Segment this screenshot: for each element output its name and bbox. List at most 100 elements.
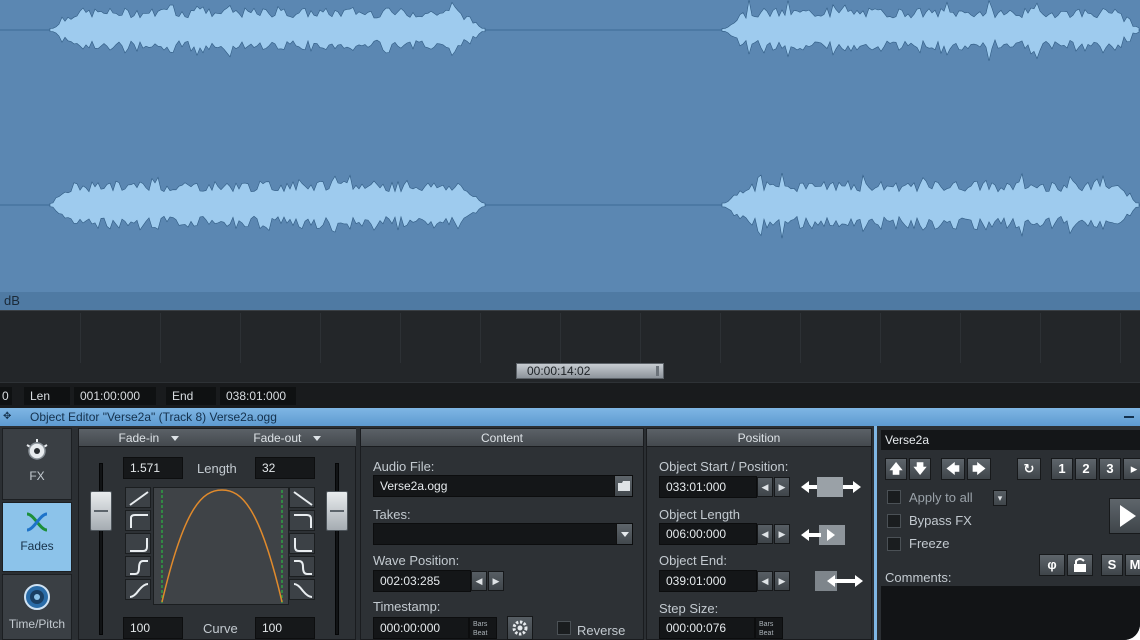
phase-button[interactable]: φ xyxy=(1039,554,1065,576)
resize-length-icon[interactable] xyxy=(799,523,849,545)
fade-out-length-field[interactable]: 32 xyxy=(255,457,315,479)
timestamp-settings-button[interactable] xyxy=(507,616,533,640)
fade-out-dropdown[interactable]: Fade-out xyxy=(218,429,356,447)
minimize-icon[interactable] xyxy=(1124,416,1134,418)
fade-curve-display[interactable] xyxy=(153,487,289,605)
freeze-label: Freeze xyxy=(909,536,950,551)
fade-slow-icon xyxy=(130,538,148,552)
len-value[interactable]: 001:00:000 xyxy=(74,387,156,405)
fade-linear-icon xyxy=(129,491,149,506)
drag-grip-icon[interactable]: ✥ xyxy=(3,412,13,422)
reset-button[interactable]: ↻ xyxy=(1017,458,1041,480)
take-1-button[interactable]: 1 xyxy=(1051,458,1073,480)
fade-in-shape-linear-button[interactable] xyxy=(125,487,151,508)
tab-fades[interactable]: Fades xyxy=(2,502,72,572)
db-label: dB xyxy=(4,293,20,308)
wave-position-label: Wave Position: xyxy=(373,553,460,568)
move-down-button[interactable]: 🡇 xyxy=(909,458,931,480)
fade-sine-icon xyxy=(293,583,313,598)
object-end-decrement[interactable]: ◀ xyxy=(757,571,773,591)
fade-slow-icon xyxy=(294,538,312,552)
lock-button[interactable] xyxy=(1067,554,1093,576)
solo-button[interactable]: S xyxy=(1101,554,1123,576)
reverse-checkbox[interactable] xyxy=(557,621,571,635)
take-2-button[interactable]: 2 xyxy=(1075,458,1097,480)
wave-position-increment[interactable]: ▶ xyxy=(488,571,504,591)
wave-position-decrement[interactable]: ◀ xyxy=(471,571,487,591)
object-start-field[interactable]: 033:01:000 xyxy=(659,476,757,498)
fade-fast-icon xyxy=(130,514,148,528)
object-name-field[interactable]: Verse2a xyxy=(881,430,1140,450)
position-header: Position xyxy=(647,429,871,447)
waveform-display[interactable] xyxy=(0,0,1140,292)
fade-in-shape-sine-button[interactable] xyxy=(125,579,151,600)
fade-in-curve-field[interactable]: 100 xyxy=(123,617,183,639)
fade-in-dropdown[interactable]: Fade-in xyxy=(79,429,218,447)
takes-dropdown-button[interactable] xyxy=(616,524,632,544)
takes-dropdown[interactable] xyxy=(373,523,633,545)
freeze-checkbox[interactable] xyxy=(887,537,901,551)
move-left-button[interactable]: 🡄 xyxy=(941,458,965,480)
chevron-down-icon xyxy=(621,532,629,537)
length-label: Length xyxy=(197,461,237,476)
step-size-field[interactable]: 000:00:076 xyxy=(659,617,755,639)
object-start-label: Object Start / Position: xyxy=(659,459,789,474)
tab-fx[interactable]: FX xyxy=(2,428,72,500)
fade-in-shape-scurve-button[interactable] xyxy=(125,556,151,577)
object-length-decrement[interactable]: ◀ xyxy=(757,524,773,544)
mute-button[interactable]: M xyxy=(1125,554,1140,576)
end-label: End xyxy=(166,387,216,405)
fade-out-curve-field[interactable]: 100 xyxy=(255,617,315,639)
fade-s-curve-icon xyxy=(130,560,148,575)
bypass-fx-checkbox[interactable] xyxy=(887,514,901,528)
tab-time-pitch-label: Time/Pitch xyxy=(8,617,66,631)
object-end-field[interactable]: 039:01:000 xyxy=(659,570,757,592)
tab-fades-label: Fades xyxy=(20,539,54,553)
object-length-increment[interactable]: ▶ xyxy=(774,524,790,544)
folder-browse-button[interactable] xyxy=(614,476,632,496)
move-right-button[interactable]: 🡆 xyxy=(967,458,991,480)
move-object-icon[interactable] xyxy=(799,475,863,497)
apply-to-all-dropdown[interactable]: ▾ xyxy=(993,490,1007,506)
play-button[interactable] xyxy=(1109,498,1140,534)
apply-to-all-checkbox[interactable] xyxy=(887,490,901,504)
position-panel: Position Object Start / Position: 033:01… xyxy=(646,428,872,640)
audio-file-field[interactable]: Verse2a.ogg xyxy=(373,475,633,497)
fade-out-shape-slow-button[interactable] xyxy=(289,533,315,554)
tab-time-pitch[interactable]: Time/Pitch xyxy=(2,574,72,640)
len-label: Len xyxy=(24,387,70,405)
timeline-scroll-thumb[interactable]: 00:00:14:02 xyxy=(516,363,664,379)
object-length-field[interactable]: 006:00:000 xyxy=(659,523,757,545)
fade-out-shape-fast-button[interactable] xyxy=(289,510,315,531)
timestamp-unit-selector[interactable]: Bars Beat xyxy=(469,617,497,639)
object-start-decrement[interactable]: ◀ xyxy=(757,477,773,497)
object-start-increment[interactable]: ▶ xyxy=(774,477,790,497)
fade-in-slider-knob[interactable] xyxy=(90,491,112,531)
tab-fx-label: FX xyxy=(29,469,45,483)
more-button[interactable]: ▸ xyxy=(1123,458,1140,480)
step-size-unit-selector[interactable]: Bars Beat xyxy=(755,617,783,639)
fade-out-shape-sine-button[interactable] xyxy=(289,579,315,600)
wave-position-field[interactable]: 002:03:285 xyxy=(373,570,471,592)
fade-out-slider-track[interactable] xyxy=(335,463,339,635)
timeline-position-readout: 00:00:14:02 xyxy=(527,364,591,378)
fade-in-shape-slow-button[interactable] xyxy=(125,533,151,554)
fade-in-slider-track[interactable] xyxy=(99,463,103,635)
fade-linear-icon xyxy=(293,491,313,506)
object-editor-titlebar[interactable]: ✥ Object Editor "Verse2a" (Track 8) Vers… xyxy=(0,408,1140,426)
move-end-icon[interactable] xyxy=(813,569,865,591)
fades-cross-icon xyxy=(26,512,48,532)
fade-out-shape-scurve-button[interactable] xyxy=(289,556,315,577)
fade-in-length-field[interactable]: 1.571 xyxy=(123,457,183,479)
fade-out-shape-linear-button[interactable] xyxy=(289,487,315,508)
move-up-button[interactable]: 🡅 xyxy=(885,458,907,480)
fade-out-slider-knob[interactable] xyxy=(326,491,348,531)
timeline-ruler[interactable]: 00:00:14:02 xyxy=(0,310,1140,382)
chevron-down-icon xyxy=(170,436,179,442)
comments-textarea[interactable] xyxy=(881,586,1140,640)
fade-in-shape-fast-button[interactable] xyxy=(125,510,151,531)
object-end-increment[interactable]: ▶ xyxy=(774,571,790,591)
take-3-button[interactable]: 3 xyxy=(1099,458,1121,480)
timestamp-field[interactable]: 000:00:000 xyxy=(373,617,469,639)
end-value[interactable]: 038:01:000 xyxy=(220,387,296,405)
